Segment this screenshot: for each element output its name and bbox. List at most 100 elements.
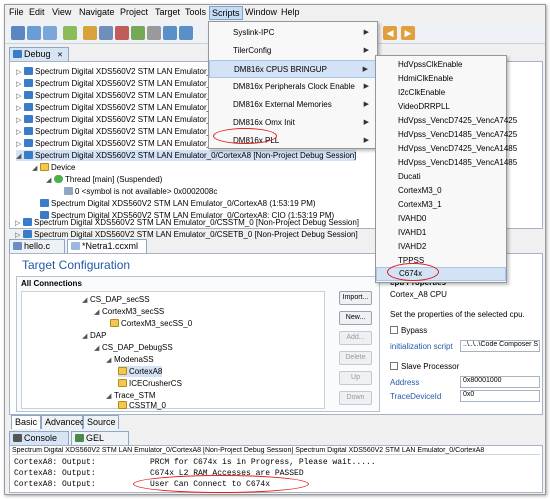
- submenu-item[interactable]: VideoDRRPLL: [376, 100, 506, 113]
- resume-icon[interactable]: [131, 26, 145, 40]
- menu-scripts[interactable]: Scripts: [209, 6, 243, 20]
- menu-project[interactable]: Project: [120, 7, 148, 17]
- menu-item-tilerconfig[interactable]: TilerConfig ▶: [209, 42, 377, 60]
- bypass-checkbox[interactable]: [390, 326, 398, 334]
- menu-help[interactable]: Help: [281, 7, 300, 17]
- stack-frame-row[interactable]: 0 <symbol is not available> 0x0002008c: [64, 186, 217, 197]
- menu-view[interactable]: View: [52, 7, 71, 17]
- menu-window[interactable]: Window: [245, 7, 277, 17]
- tree-node[interactable]: ICECrusherCS: [118, 378, 182, 389]
- tab-gel-files[interactable]: GEL Files: [71, 431, 129, 456]
- tree-node[interactable]: ◢ CortexM3_secSS: [94, 306, 164, 317]
- trace-device-field[interactable]: 0x0: [460, 390, 540, 402]
- submenu-item[interactable]: HdVpss_VencD7425_VencA7425: [376, 114, 517, 127]
- tab-netra-ccxml[interactable]: *Netra1.ccxml: [67, 239, 147, 253]
- back-arrow-icon[interactable]: ◀: [383, 26, 397, 40]
- menu-item-syslink-ipc[interactable]: Syslink-IPC ▶: [209, 24, 377, 42]
- tab-console[interactable]: Console: [9, 431, 69, 445]
- menu-navigate[interactable]: Navigate: [79, 7, 115, 17]
- cpu-name: Cortex_A8 CPU: [390, 290, 447, 299]
- debug-session-row[interactable]: ▷ Spectrum Digital XDS560V2 STM LAN Emula…: [16, 126, 224, 137]
- process-row[interactable]: Spectrum Digital XDS560V2 STM LAN Emulat…: [40, 198, 316, 209]
- cpus-submenu: HdVpssClkEnable HdmiClkEnable I2cClkEnab…: [375, 55, 517, 283]
- new-icon[interactable]: [11, 26, 25, 40]
- session-icon: [24, 115, 33, 123]
- submenu-item[interactable]: IVAHD1: [376, 226, 506, 239]
- slave-processor-row[interactable]: Slave Processor: [390, 362, 459, 371]
- tab-source[interactable]: Source: [83, 415, 119, 429]
- device-icon: [40, 163, 49, 171]
- menu-item-cpus-bringup[interactable]: DM816x CPUS BRINGUP ▶: [209, 60, 377, 78]
- debug-session-row[interactable]: ▷ Spectrum Digital XDS560V2 STM LAN Emula…: [16, 66, 224, 77]
- delete-button[interactable]: Delete: [339, 351, 372, 365]
- bypass-checkbox-row[interactable]: Bypass: [390, 326, 427, 335]
- tab-basic[interactable]: Basic: [11, 415, 41, 429]
- debug-session-row[interactable]: ▷ Spectrum Digital XDS560V2 STM LAN Emula…: [16, 78, 224, 89]
- menu-target[interactable]: Target: [155, 7, 180, 17]
- tab-hello-c[interactable]: hello.c: [9, 239, 65, 253]
- cpu-icon: [118, 379, 127, 387]
- device-row[interactable]: ◢ Device: [32, 162, 75, 173]
- tab-debug[interactable]: Debug ✕: [9, 47, 69, 61]
- submenu-arrow-icon: ▶: [363, 47, 369, 54]
- submenu-item[interactable]: CortexM3_1: [376, 198, 506, 211]
- tree-node[interactable]: CSSTM_0: [118, 400, 166, 411]
- tree-node[interactable]: ◢ CS_DAP_secSS: [82, 294, 150, 305]
- cpu-properties: cpu Properties Cortex_A8 CPU Set the pro…: [388, 276, 540, 412]
- new-button[interactable]: New...: [339, 311, 372, 325]
- debug-session-row[interactable]: ▷ Spectrum Digital XDS560V2 STM LAN Emula…: [16, 102, 224, 113]
- console-line-source: CortexA8: Output:: [14, 458, 96, 467]
- add-button[interactable]: Add...: [339, 331, 372, 345]
- debug-icon[interactable]: [83, 26, 97, 40]
- menu-item-peripherals-clock[interactable]: DM816x Peripherals Clock Enable ▶: [209, 78, 377, 96]
- init-script-field[interactable]: ..\..\..\Code Composer S: [460, 340, 540, 352]
- step-over-icon[interactable]: [179, 26, 193, 40]
- submenu-item[interactable]: HdVpssClkEnable: [376, 58, 506, 71]
- import-button[interactable]: Import...: [339, 291, 372, 305]
- submenu-item[interactable]: IVAHD0: [376, 212, 506, 225]
- annotation-ellipse-cortexa8: [213, 128, 277, 144]
- menu-tools[interactable]: Tools: [185, 7, 206, 17]
- step-into-icon[interactable]: [163, 26, 177, 40]
- terminate-icon[interactable]: [115, 26, 129, 40]
- tree-node[interactable]: ◢ CS_DAP_DebugSS: [94, 342, 173, 353]
- ccxml-file-icon: [71, 242, 80, 250]
- down-button[interactable]: Down: [339, 391, 372, 405]
- debug-session-row[interactable]: ▷ Spectrum Digital XDS560V2 STM LAN Emula…: [15, 217, 359, 228]
- tree-node[interactable]: CortexM3_secSS_0: [110, 318, 192, 329]
- build-icon[interactable]: [63, 26, 77, 40]
- debug-session-row[interactable]: ▷ Spectrum Digital XDS560V2 STM LAN Emula…: [16, 90, 224, 101]
- submenu-item[interactable]: HdVpss_VencD7425_VencA1485: [376, 142, 517, 155]
- tab-advanced[interactable]: Advanced: [41, 415, 85, 429]
- debug-session-row[interactable]: ▷ Spectrum Digital XDS560V2 STM LAN Emula…: [16, 114, 224, 125]
- connect-icon[interactable]: [99, 26, 113, 40]
- submenu-item[interactable]: Ducati: [376, 170, 506, 183]
- debug-session-row[interactable]: ▷ Spectrum Digital XDS560V2 STM LAN Emula…: [16, 138, 224, 149]
- thread-row[interactable]: ◢ Thread [main] (Suspended): [46, 174, 162, 185]
- submenu-item[interactable]: IVAHD2: [376, 240, 506, 253]
- session-icon: [24, 103, 33, 111]
- session-icon: [24, 79, 33, 87]
- close-icon[interactable]: ✕: [57, 52, 63, 59]
- submenu-item[interactable]: HdVpss_VencD1485_VencA7425: [376, 128, 517, 141]
- tree-node-selected[interactable]: CortexA8: [118, 366, 163, 377]
- slave-processor-checkbox[interactable]: [390, 362, 398, 370]
- submenu-item[interactable]: I2cClkEnable: [376, 86, 506, 99]
- cpu-properties-desc: Set the properties of the selected cpu.: [390, 310, 525, 319]
- menu-item-external-memories[interactable]: DM816x External Memories ▶: [209, 96, 377, 114]
- tree-node[interactable]: ◢ ModenaSS: [106, 354, 154, 365]
- save-all-icon[interactable]: [43, 26, 57, 40]
- menu-edit[interactable]: Edit: [29, 7, 45, 17]
- submenu-item[interactable]: HdVpss_VencD1485_VencA1485: [376, 156, 517, 169]
- submenu-item[interactable]: CortexM3_0: [376, 184, 506, 197]
- up-button[interactable]: Up: [339, 371, 372, 385]
- save-icon[interactable]: [27, 26, 41, 40]
- address-field[interactable]: 0x80001000: [460, 376, 540, 388]
- debug-session-row-selected[interactable]: ◢ Spectrum Digital XDS560V2 STM LAN Emula…: [16, 150, 356, 161]
- tree-node[interactable]: ◢ DAP: [82, 330, 106, 341]
- forward-arrow-icon[interactable]: ▶: [401, 26, 415, 40]
- submenu-item[interactable]: HdmiClkEnable: [376, 72, 506, 85]
- console-icon: [13, 434, 22, 442]
- suspend-icon[interactable]: [147, 26, 161, 40]
- menu-file[interactable]: File: [9, 7, 24, 17]
